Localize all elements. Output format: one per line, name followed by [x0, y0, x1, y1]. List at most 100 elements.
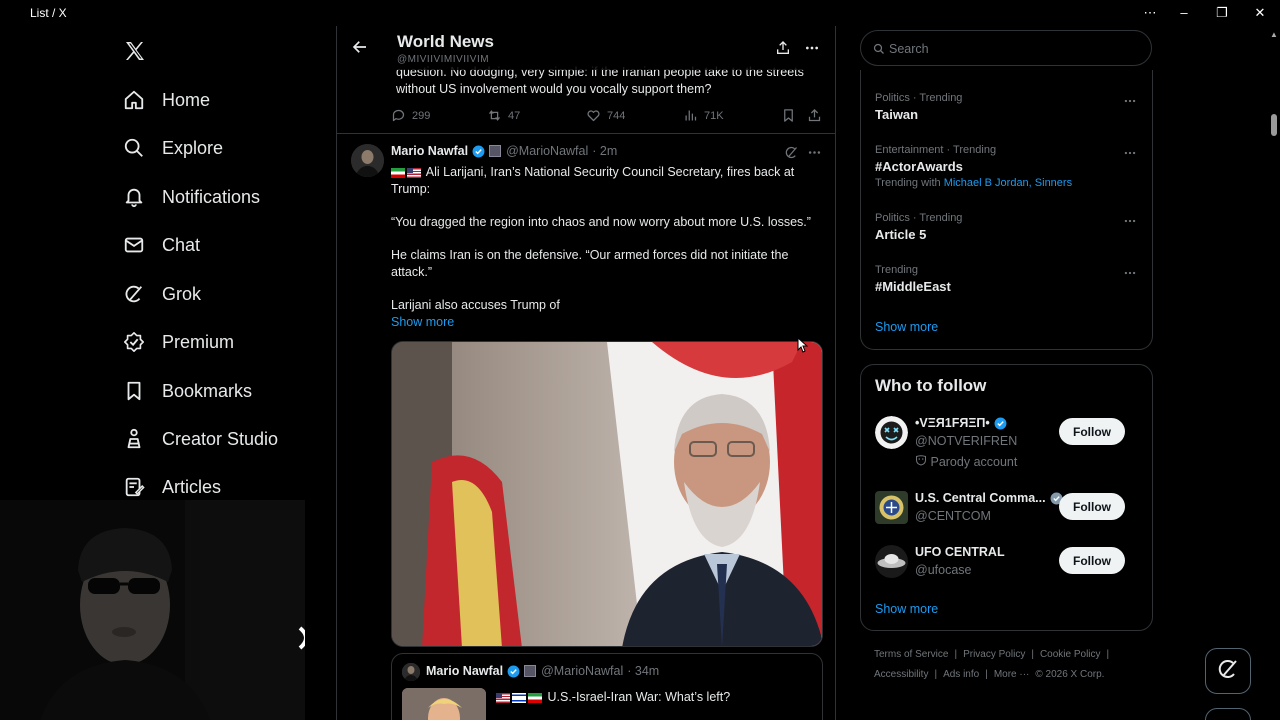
trend-with-links[interactable]: Michael B Jordan, Sinners [944, 177, 1072, 189]
trend-item[interactable]: Politics · Trending Article 5 [875, 212, 1135, 242]
scrollbar[interactable]: ▲ [1268, 26, 1280, 720]
share-icon[interactable] [775, 40, 791, 61]
trend-with: Trending with Michael B Jordan, Sinners [875, 177, 1135, 189]
avatar[interactable] [351, 144, 384, 177]
nav-explore-label: Explore [162, 137, 224, 158]
tweet-more-icon[interactable] [807, 145, 822, 165]
bookmark-button[interactable] [781, 108, 796, 123]
list-subtitle: @MIVIIVIMIVIIVIM [397, 54, 490, 65]
nav-chat[interactable]: Chat [122, 225, 200, 265]
footer-link[interactable]: Cookie Policy [1040, 649, 1101, 660]
trend-more-icon[interactable] [1123, 146, 1137, 165]
trend-more-icon[interactable] [1123, 214, 1137, 233]
nav-grok-label: Grok [162, 283, 202, 304]
like-count: 744 [607, 109, 626, 122]
us-flag-icon [496, 692, 510, 703]
footer-link[interactable]: Terms of Service [874, 649, 948, 660]
trend-meta: Entertainment · Trending [875, 144, 997, 156]
window-restore-button[interactable]: ❐ [1212, 4, 1232, 22]
home-icon [122, 88, 146, 112]
us-flag-icon [407, 167, 421, 178]
scroll-up-arrow-icon[interactable]: ▲ [1270, 30, 1278, 39]
footer-link[interactable]: Privacy Policy [963, 649, 1025, 660]
mouse-cursor-icon [797, 337, 809, 353]
x-logo-icon[interactable] [123, 39, 147, 63]
show-more-link[interactable]: Show more [391, 314, 826, 331]
repost-icon [489, 110, 500, 121]
tweet-time[interactable]: · 2m [592, 144, 617, 158]
back-arrow-icon[interactable] [351, 38, 369, 61]
reply-button[interactable]: 299 [391, 108, 430, 123]
webcam-overlay [0, 500, 305, 720]
who-to-follow-show-more-link[interactable]: Show more [875, 602, 938, 616]
more-icon[interactable] [804, 40, 820, 61]
trend-item[interactable]: Entertainment · Trending #ActorAwards Tr… [875, 144, 1135, 189]
verified-badge-icon [994, 417, 1007, 430]
window-minimize-button[interactable]: – [1174, 4, 1194, 22]
grok-icon [1216, 657, 1240, 686]
follow-button[interactable]: Follow [1059, 493, 1125, 520]
window-close-button[interactable]: ✕ [1250, 4, 1270, 22]
window-titlebar: List / X ⋯ – ❐ ✕ [0, 0, 1280, 26]
quote-avatar [402, 663, 420, 681]
trend-name: #MiddleEast [875, 279, 951, 294]
tweet-photo[interactable] [391, 341, 823, 647]
account-handle: @CENTCOM [915, 509, 991, 523]
footer-link[interactable]: Accessibility [874, 669, 928, 680]
heart-icon [587, 110, 600, 122]
nav-grok[interactable]: Grok [122, 274, 201, 314]
repost-button[interactable]: 47 [487, 108, 520, 123]
tweet-text-4: Larijani also accuses Trump of [391, 298, 560, 312]
footer-separator: | [1031, 649, 1034, 660]
search-icon [122, 136, 146, 160]
avatar [875, 491, 908, 524]
nav-explore[interactable]: Explore [122, 128, 223, 168]
nav-creator-studio[interactable]: Creator Studio [122, 419, 278, 459]
quoted-tweet[interactable]: Mario Nawfal @MarioNawfal · 34m U.S.-Isr… [391, 653, 823, 720]
follow-button[interactable]: Follow [1059, 418, 1125, 445]
trend-more-icon[interactable] [1123, 94, 1137, 113]
window-title: List / X [30, 6, 67, 20]
grok-floating-button[interactable] [1205, 648, 1251, 694]
nav-bookmarks[interactable]: Bookmarks [122, 371, 252, 411]
trend-item[interactable]: Trending #MiddleEast [875, 264, 1135, 294]
bookmark-icon [122, 379, 146, 403]
account-handle: @ufocase [915, 563, 972, 577]
parody-mask-icon [915, 455, 930, 469]
like-button[interactable]: 744 [586, 108, 625, 123]
trend-item[interactable]: Politics · Trending Taiwan [875, 92, 1135, 122]
trends-show-more-link[interactable]: Show more [875, 320, 938, 334]
window-more-button[interactable]: ⋯ [1140, 4, 1160, 22]
reply-count: 299 [412, 109, 431, 122]
trend-name: #ActorAwards [875, 159, 963, 174]
footer-separator: | [954, 649, 958, 660]
nav-creator-studio-label: Creator Studio [162, 428, 279, 449]
avatar [875, 545, 908, 578]
follow-button[interactable]: Follow [1059, 547, 1125, 574]
views-icon [685, 110, 697, 121]
nav-notifications[interactable]: Notifications [122, 177, 260, 217]
tweet-text-2: “You dragged the region into chaos and n… [391, 215, 811, 229]
quote-thumbnail [402, 688, 486, 720]
messages-floating-button[interactable] [1205, 708, 1251, 720]
quote-author-name: Mario Nawfal [426, 664, 504, 678]
footer-link[interactable]: Ads info [943, 669, 979, 680]
search-input[interactable]: Search [860, 30, 1152, 66]
account-handle: @NOTVERIFREN [915, 434, 1018, 448]
articles-icon [122, 475, 146, 499]
nav-home[interactable]: Home [122, 80, 210, 120]
share-button[interactable] [807, 108, 822, 123]
who-to-follow-title: Who to follow [875, 376, 987, 395]
tweet-author-handle[interactable]: @MarioNawfal [506, 144, 588, 158]
tweet-author-name[interactable]: Mario Nawfal [391, 144, 468, 158]
premium-icon [122, 330, 146, 354]
nav-home-label: Home [162, 89, 211, 110]
footer-link[interactable]: More ··· [994, 669, 1030, 680]
footer-row-2: Accessibility | Ads info | More ··· © 2026… [874, 669, 1110, 680]
trend-with-prefix: Trending with [875, 177, 941, 189]
grok-icon[interactable] [784, 145, 799, 165]
nav-premium[interactable]: Premium [122, 322, 234, 362]
views-button[interactable]: 71K [683, 108, 724, 123]
scrollbar-thumb[interactable] [1271, 114, 1277, 136]
trend-more-icon[interactable] [1123, 266, 1137, 285]
